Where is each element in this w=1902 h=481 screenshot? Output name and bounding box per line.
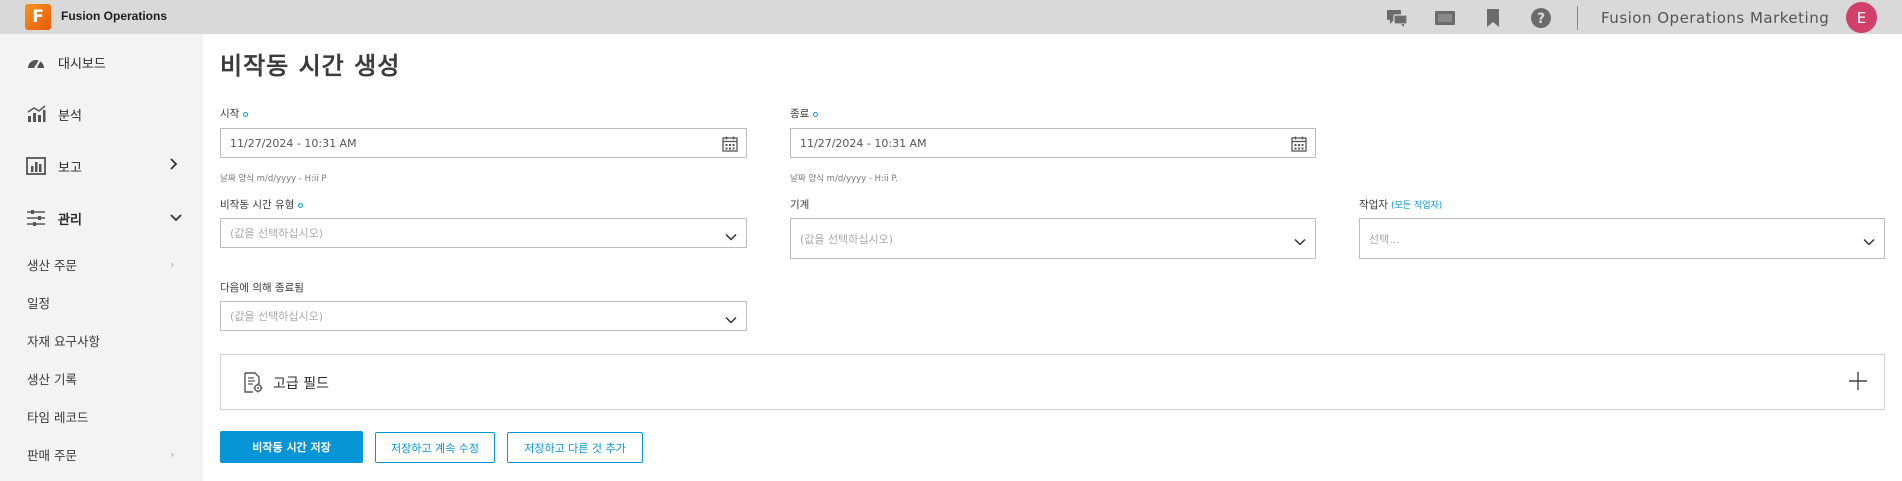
chevron-right-icon	[170, 158, 178, 174]
downtime-type-select[interactable]: (값을 선택하십시오)	[220, 218, 747, 248]
required-indicator-icon	[813, 111, 819, 117]
document-settings-icon	[242, 372, 264, 394]
chevron-down-icon	[725, 311, 737, 324]
sidebar-subitem-label: 생산 주문	[27, 257, 77, 273]
machine-label: 기계	[790, 199, 810, 211]
sidebar-subitem-time-records[interactable]: 타임 레코드	[0, 403, 203, 429]
chevron-down-icon	[725, 228, 737, 241]
sidebar-subitem-production-records[interactable]: 생산 기록	[0, 365, 203, 391]
sidebar-subitem-production-orders[interactable]: 생산 주문 ›	[0, 251, 203, 277]
sidebar-subitem-schedule[interactable]: 일정	[0, 289, 203, 315]
page-title: 비작동 시간 생성	[220, 52, 401, 80]
start-date-format-hint: 날짜 양식 m/d/yyyy - H:ii P	[220, 174, 327, 184]
sidebar-subitem-label: 타임 레코드	[27, 409, 89, 425]
app-name: Fusion Operations	[61, 9, 168, 23]
presentation-icon[interactable]	[1434, 7, 1456, 29]
fusion-logo[interactable]: F	[25, 4, 51, 30]
chevron-right-icon: ›	[170, 447, 175, 461]
sidebar-subitem-label: 자재 요구사항	[27, 333, 100, 349]
advanced-fields-panel[interactable]: 고급 필드	[220, 354, 1885, 410]
machine-select[interactable]: (값을 선택하십시오)	[790, 218, 1316, 259]
sidebar-subitem-label: 일정	[27, 295, 51, 311]
end-label-text: 종료	[790, 108, 810, 120]
sidebar-item-report[interactable]: 보고	[0, 151, 203, 181]
sidebar-item-label: 분석	[58, 108, 82, 124]
report-icon	[26, 156, 46, 176]
calendar-icon[interactable]	[722, 136, 738, 152]
sidebar-item-label: 대시보드	[58, 56, 106, 72]
analytics-icon	[26, 104, 46, 124]
sidebar-subitem-label: 생산 기록	[27, 371, 77, 387]
end-date-format-hint: 날짜 양식 m/d/yyyy - H:ii P.	[790, 174, 898, 184]
operator-label: 작업자 (모든 작업자)	[1359, 197, 1442, 212]
dashboard-icon	[26, 52, 46, 72]
sidebar: 대시보드 분석 보고 관리 생산 주문 › 일정 자재 요구사항 생산 기록 타…	[0, 34, 203, 481]
expand-plus-icon[interactable]	[1848, 371, 1868, 391]
downtime-type-label: 비작동 시간 유형	[220, 197, 304, 212]
settings-sliders-icon	[26, 208, 46, 228]
avatar[interactable]: E	[1846, 2, 1877, 33]
chevron-down-icon	[170, 210, 182, 226]
sidebar-item-label: 관리	[58, 212, 82, 228]
sidebar-subitem-material-requirements[interactable]: 자재 요구사항	[0, 327, 203, 353]
save-and-add-another-button[interactable]: 저장하고 다른 것 추가	[507, 432, 643, 463]
start-label-text: 시작	[220, 108, 240, 120]
top-bar: F Fusion Operations ? Fusion Operations …	[0, 0, 1902, 34]
help-icon[interactable]: ?	[1530, 7, 1552, 29]
ended-by-select[interactable]: (값을 선택하십시오)	[220, 301, 747, 331]
downtime-type-placeholder: (값을 선택하십시오)	[230, 227, 324, 240]
sidebar-item-dashboard[interactable]: 대시보드	[0, 47, 203, 77]
required-indicator-icon	[298, 202, 304, 208]
topbar-divider	[1577, 6, 1578, 30]
end-datetime-value: 11/27/2024 - 10:31 AM	[800, 136, 927, 150]
svg-text:?: ?	[1537, 11, 1545, 27]
ended-by-placeholder: (값을 선택하십시오)	[230, 310, 324, 323]
chevron-right-icon: ›	[170, 257, 175, 271]
start-datetime-input[interactable]: 11/27/2024 - 10:31 AM	[220, 128, 747, 158]
start-label: 시작	[220, 106, 249, 121]
end-label: 종료	[790, 106, 819, 121]
chat-icon[interactable]	[1386, 7, 1408, 29]
all-operators-link[interactable]: (모든 작업자)	[1391, 201, 1442, 211]
machine-placeholder: (값을 선택하십시오)	[800, 232, 894, 246]
downtime-type-label-text: 비작동 시간 유형	[220, 199, 295, 211]
sidebar-subitem-sales-orders[interactable]: 판매 주문 ›	[0, 441, 203, 467]
sidebar-item-management[interactable]: 관리	[0, 203, 203, 233]
ended-by-label: 다음에 의해 종료됨	[220, 282, 304, 294]
required-indicator-icon	[243, 111, 249, 117]
chevron-down-icon	[1294, 233, 1306, 246]
bookmark-icon[interactable]	[1482, 7, 1504, 29]
save-and-continue-button[interactable]: 저장하고 계속 수정	[375, 432, 495, 463]
operator-placeholder: 선택...	[1369, 232, 1400, 246]
sidebar-subitem-label: 판매 주문	[27, 447, 77, 463]
operator-select[interactable]: 선택...	[1359, 218, 1885, 259]
sidebar-item-label: 보고	[58, 160, 82, 176]
chevron-down-icon	[1863, 233, 1875, 246]
advanced-fields-label: 고급 필드	[273, 376, 329, 392]
save-downtime-button[interactable]: 비작동 시간 저장	[220, 431, 363, 463]
organization-name[interactable]: Fusion Operations Marketing	[1601, 9, 1829, 27]
start-datetime-value: 11/27/2024 - 10:31 AM	[230, 136, 357, 150]
calendar-icon[interactable]	[1291, 136, 1307, 152]
operator-label-text: 작업자	[1359, 199, 1388, 211]
sidebar-item-analytics[interactable]: 분석	[0, 99, 203, 129]
end-datetime-input[interactable]: 11/27/2024 - 10:31 AM	[790, 128, 1316, 158]
